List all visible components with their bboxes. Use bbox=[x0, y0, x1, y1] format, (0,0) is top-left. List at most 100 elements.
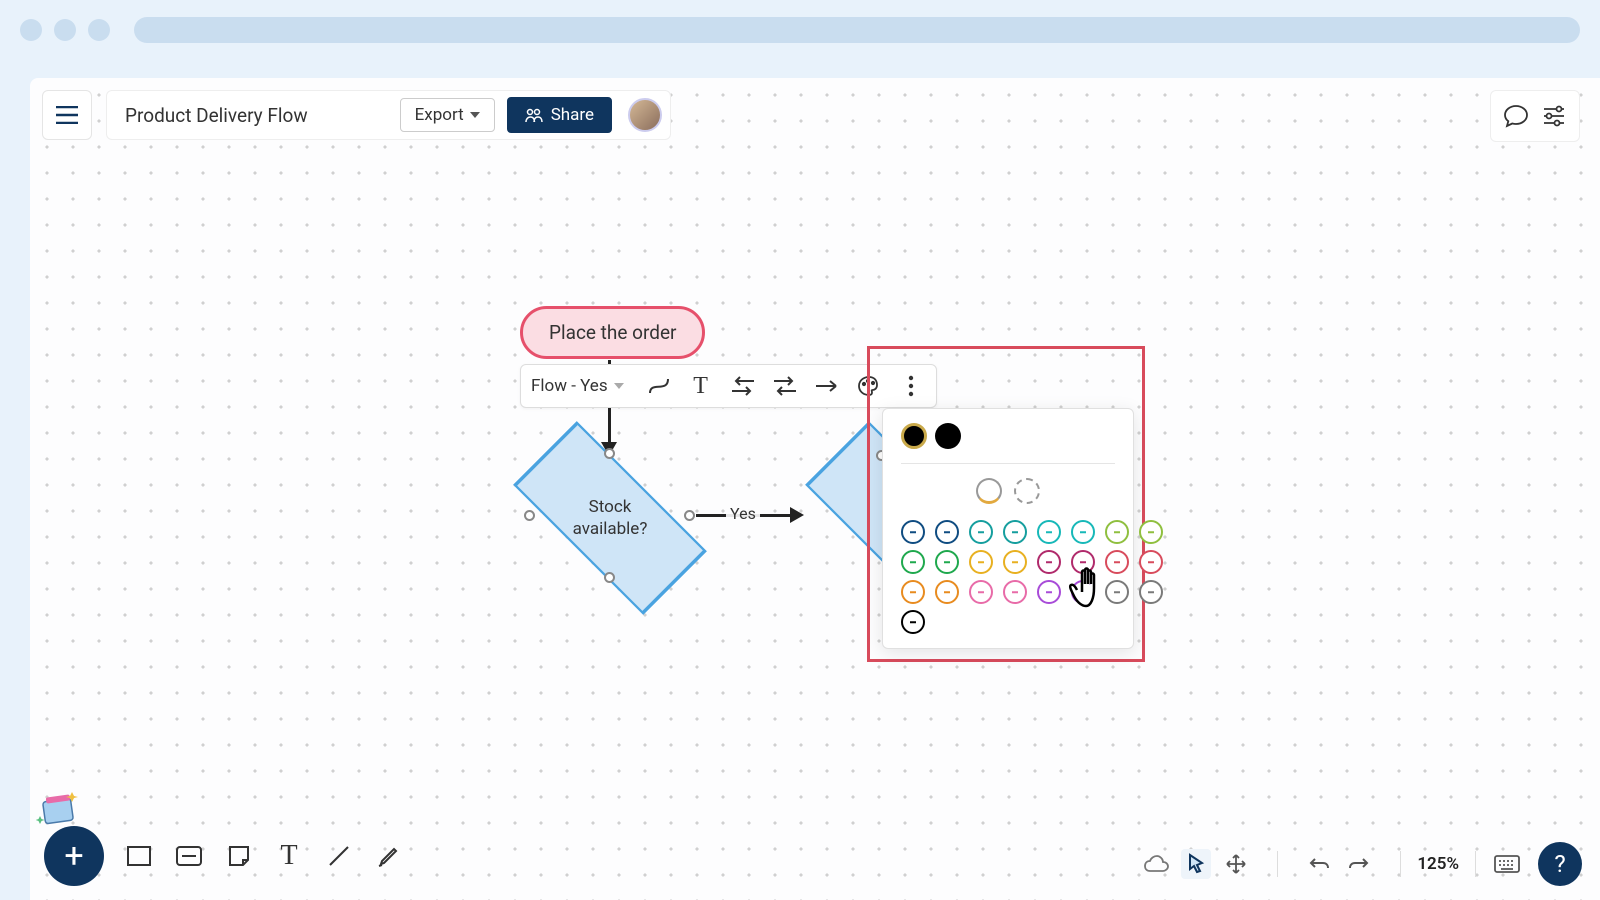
redo-button[interactable] bbox=[1344, 849, 1374, 879]
color-swatch[interactable] bbox=[1105, 520, 1129, 544]
color-swatch[interactable] bbox=[969, 520, 993, 544]
color-swatch[interactable] bbox=[1071, 550, 1095, 574]
color-swatch[interactable] bbox=[1037, 520, 1061, 544]
pointer-tool[interactable] bbox=[1181, 849, 1211, 879]
sliders-icon bbox=[1542, 105, 1566, 127]
resize-handle[interactable] bbox=[684, 510, 695, 521]
color-swatch[interactable] bbox=[901, 580, 925, 604]
color-swatch[interactable] bbox=[969, 580, 993, 604]
chat-bubble-icon bbox=[1503, 104, 1529, 128]
swap-left-icon bbox=[730, 376, 756, 396]
bezier-icon bbox=[647, 375, 671, 397]
color-swatch[interactable] bbox=[1105, 550, 1129, 574]
color-swatch[interactable] bbox=[901, 550, 925, 574]
resize-handle[interactable] bbox=[604, 448, 615, 459]
add-shape-button[interactable]: + bbox=[44, 826, 104, 886]
line-tool[interactable] bbox=[324, 841, 354, 871]
pan-tool[interactable] bbox=[1221, 849, 1251, 879]
highlighter-icon bbox=[376, 843, 402, 869]
line-style-button[interactable] bbox=[644, 371, 674, 401]
browser-dot bbox=[20, 19, 42, 41]
color-swatch[interactable] bbox=[1139, 580, 1163, 604]
connector-type-label: Flow - Yes bbox=[531, 376, 608, 396]
card-tool[interactable] bbox=[174, 841, 204, 871]
cloud-icon bbox=[1143, 854, 1169, 874]
highlighter-tool[interactable] bbox=[374, 841, 404, 871]
zoom-level[interactable]: 125% bbox=[1417, 854, 1459, 874]
color-grid bbox=[901, 520, 1115, 634]
color-swatch[interactable] bbox=[1105, 580, 1129, 604]
help-button[interactable]: ? bbox=[1538, 842, 1582, 886]
redo-icon bbox=[1348, 856, 1370, 872]
terminator-shape[interactable]: Place the order bbox=[520, 306, 705, 359]
share-button[interactable]: Share bbox=[507, 97, 612, 133]
arrow-right-icon bbox=[814, 379, 840, 393]
avatar[interactable] bbox=[628, 98, 662, 132]
chevron-down-icon bbox=[470, 112, 480, 118]
decision-label: Stock available? bbox=[530, 458, 690, 578]
sticky-note-icon bbox=[227, 844, 251, 868]
document-title[interactable]: Product Delivery Flow bbox=[125, 104, 308, 127]
undo-icon bbox=[1308, 856, 1330, 872]
line-color-swatch[interactable] bbox=[935, 423, 961, 449]
export-label: Export bbox=[415, 105, 464, 125]
color-swatch[interactable] bbox=[1037, 550, 1061, 574]
undo-button[interactable] bbox=[1304, 849, 1334, 879]
hamburger-menu-button[interactable] bbox=[42, 90, 92, 140]
help-icon: ? bbox=[1554, 850, 1565, 878]
export-button[interactable]: Export bbox=[400, 98, 495, 132]
connector-label[interactable]: Yes bbox=[726, 504, 760, 523]
rectangle-tool[interactable] bbox=[124, 841, 154, 871]
solid-style-swatch[interactable] bbox=[976, 478, 1002, 504]
bottom-toolbar-right: 125% ? bbox=[1131, 842, 1582, 886]
separator bbox=[1475, 851, 1476, 877]
color-swatch[interactable] bbox=[1003, 580, 1027, 604]
decision-shape[interactable]: Stock available? bbox=[530, 458, 690, 578]
text-tool[interactable]: T bbox=[274, 841, 304, 871]
color-swatch[interactable] bbox=[901, 610, 925, 634]
arrow-right-button[interactable] bbox=[812, 371, 842, 401]
browser-address-bar[interactable] bbox=[134, 17, 1580, 43]
keyboard-shortcuts-button[interactable] bbox=[1492, 849, 1522, 879]
color-swatch[interactable] bbox=[969, 550, 993, 574]
color-swatch[interactable] bbox=[1139, 550, 1163, 574]
color-swatch[interactable] bbox=[935, 520, 959, 544]
terminator-label: Place the order bbox=[549, 321, 676, 344]
line-icon bbox=[326, 843, 352, 869]
settings-button[interactable] bbox=[1537, 99, 1571, 133]
cursor-icon bbox=[1186, 853, 1206, 875]
color-swatch[interactable] bbox=[1071, 520, 1095, 544]
text-style-button[interactable]: T bbox=[686, 371, 716, 401]
color-swatch[interactable] bbox=[1003, 550, 1027, 574]
connector-type-dropdown[interactable]: Flow - Yes bbox=[531, 376, 632, 396]
arrowhead-icon bbox=[790, 507, 804, 523]
browser-dot bbox=[88, 19, 110, 41]
sticky-note-tool[interactable] bbox=[224, 841, 254, 871]
share-label: Share bbox=[551, 105, 594, 125]
color-swatch[interactable] bbox=[1037, 580, 1061, 604]
color-swatch[interactable] bbox=[901, 520, 925, 544]
dashed-style-swatch[interactable] bbox=[1014, 478, 1040, 504]
color-swatch[interactable] bbox=[1071, 580, 1095, 604]
bottom-toolbar-left: + T bbox=[44, 826, 404, 886]
swap-direction-button[interactable] bbox=[728, 371, 758, 401]
separator bbox=[1277, 851, 1278, 877]
color-swatch[interactable] bbox=[935, 550, 959, 574]
color-swatch[interactable] bbox=[935, 580, 959, 604]
hamburger-icon bbox=[56, 106, 78, 124]
line-color-swatch-selected[interactable] bbox=[901, 423, 927, 449]
keyboard-icon bbox=[1493, 854, 1521, 874]
browser-dot bbox=[54, 19, 76, 41]
rectangle-icon bbox=[126, 845, 152, 867]
resize-handle[interactable] bbox=[524, 510, 535, 521]
chevron-down-icon bbox=[614, 383, 624, 389]
resize-handle[interactable] bbox=[604, 572, 615, 583]
color-swatch[interactable] bbox=[1003, 520, 1027, 544]
color-swatch[interactable] bbox=[1139, 520, 1163, 544]
separator bbox=[1400, 851, 1401, 877]
cloud-sync-button[interactable] bbox=[1141, 849, 1171, 879]
swap-both-button[interactable] bbox=[770, 371, 800, 401]
card-icon bbox=[175, 845, 203, 867]
comments-button[interactable] bbox=[1499, 99, 1533, 133]
sparkle-decoration-icon bbox=[36, 788, 80, 826]
